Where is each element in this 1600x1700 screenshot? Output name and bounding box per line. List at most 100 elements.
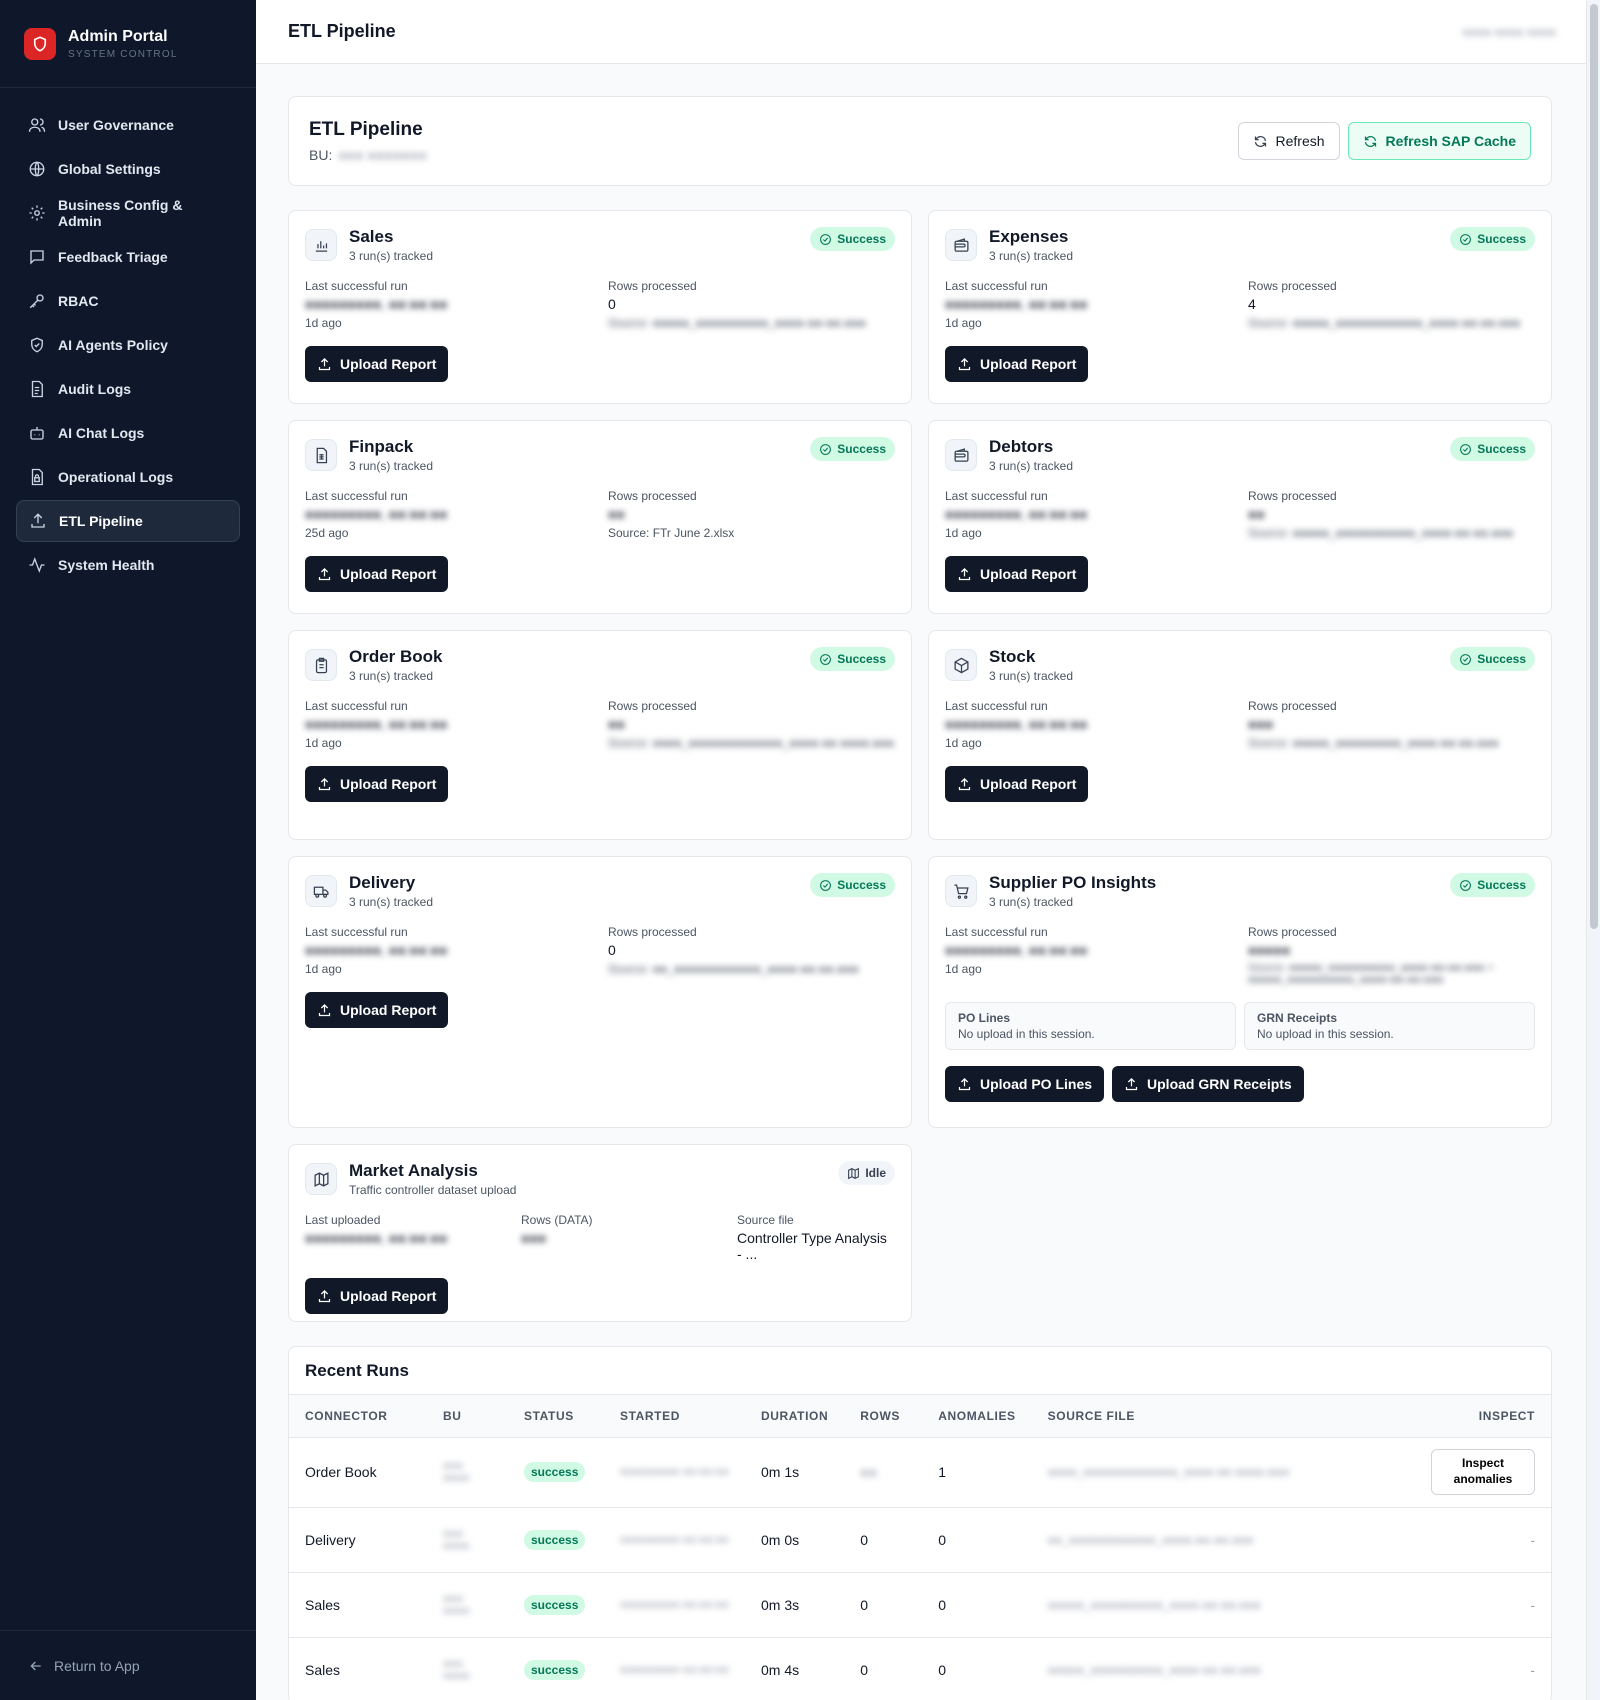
sidebar-item-global-settings[interactable]: Global Settings bbox=[16, 148, 240, 190]
etl-header-card: ETL Pipeline BU: ●●● ●●●●●●● Refresh Ref… bbox=[288, 96, 1552, 186]
upload-report-button[interactable]: Upload Report bbox=[305, 766, 449, 802]
sidebar-item-system-health[interactable]: System Health bbox=[16, 544, 240, 586]
cell-anomalies: 0 bbox=[922, 1507, 1032, 1573]
last-run-ago: 1d ago bbox=[305, 316, 342, 330]
upload-icon bbox=[31, 513, 45, 528]
upload-report-button[interactable]: Upload Report bbox=[305, 992, 449, 1028]
table-row: Order Book ●●● ●●●● success ●●●●●●●●● ●●… bbox=[289, 1437, 1551, 1508]
upload-po-label: Upload PO Lines bbox=[980, 1076, 1093, 1092]
card-title: Sales bbox=[349, 227, 394, 246]
card-subtitle: 3 run(s) tracked bbox=[349, 459, 434, 473]
card-subtitle: 3 run(s) tracked bbox=[989, 669, 1074, 683]
sidebar-item-rbac[interactable]: RBAC bbox=[16, 280, 240, 322]
last-run-ago: 1d ago bbox=[305, 962, 342, 976]
status-badge: Success bbox=[1450, 227, 1535, 251]
upload-report-button[interactable]: Upload Report bbox=[305, 1278, 449, 1314]
card-subtitle: 3 run(s) tracked bbox=[989, 895, 1074, 909]
content: ETL Pipeline BU: ●●● ●●●●●●● Refresh Ref… bbox=[256, 64, 1600, 1700]
connector-grid: Sales 3 run(s) tracked Success Last succe… bbox=[288, 210, 1552, 1322]
refresh-button[interactable]: Refresh bbox=[1237, 122, 1340, 160]
sidebar-item-label: Operational Logs bbox=[58, 469, 174, 485]
sidebar-item-label: AI Chat Logs bbox=[58, 425, 145, 441]
last-uploaded-label: Last uploaded bbox=[305, 1213, 381, 1227]
key-icon bbox=[29, 294, 44, 309]
source-file: Source: ●●●●●_●●●●●●●●●_●●●●-●●-●●.●●● bbox=[1248, 736, 1499, 750]
return-to-app-label: Return to App bbox=[54, 1657, 140, 1674]
connector-card-sales: Sales 3 run(s) tracked Success Last succe… bbox=[288, 210, 912, 404]
source-file: Source: ●●_●●●●●●●●●●●●_●●●●-●●-●●.●●● bbox=[608, 962, 859, 976]
scrollbar-thumb[interactable] bbox=[1590, 4, 1598, 929]
source-file: Source: ●●●●●_●●●●●●●●●●_●●●●-●●-●●.●●● … bbox=[1248, 962, 1494, 986]
card-title: Finpack bbox=[349, 437, 414, 456]
cell-bu: ●●● ●●●● bbox=[427, 1572, 508, 1638]
cell-source-file: ●●●●_●●●●●●●●●●●●●_●●●●-●● ●●●●.●●● bbox=[1031, 1437, 1415, 1508]
col-rows: ROWS bbox=[844, 1395, 923, 1438]
sidebar-item-label: User Governance bbox=[58, 117, 174, 133]
card-title: Market Analysis bbox=[349, 1161, 478, 1180]
scrollbar[interactable] bbox=[1586, 0, 1600, 1700]
sidebar-item-feedback-triage[interactable]: Feedback Triage bbox=[16, 236, 240, 278]
upload-icon bbox=[958, 567, 971, 580]
section-title: ETL Pipeline bbox=[309, 119, 423, 140]
last-run-value: ●●●●●●●●●, ●●:●●:●● bbox=[945, 296, 1088, 312]
upload-grn-receipts-button[interactable]: Upload GRN Receipts bbox=[1112, 1066, 1304, 1102]
sidebar-item-etl-pipeline[interactable]: ETL Pipeline bbox=[16, 500, 240, 542]
sidebar-item-label: AI Agents Policy bbox=[58, 337, 168, 353]
upload-po-lines-button[interactable]: Upload PO Lines bbox=[945, 1066, 1105, 1102]
last-run-ago: 1d ago bbox=[945, 526, 982, 540]
cell-started: ●●●●●●●●● ●●:●●:●● bbox=[604, 1637, 745, 1700]
status-pill: success bbox=[524, 1462, 586, 1482]
refresh-sap-cache-button[interactable]: Refresh SAP Cache bbox=[1347, 122, 1531, 160]
cell-bu: ●●● ●●●● bbox=[427, 1507, 508, 1573]
rows-value: 0 bbox=[608, 296, 616, 312]
sidebar-item-ai-agents-policy[interactable]: AI Agents Policy bbox=[16, 324, 240, 366]
inspect-anomalies-button[interactable]: Inspect anomalies bbox=[1431, 1449, 1535, 1495]
status-badge: Success bbox=[810, 437, 895, 461]
topbar-user-info: ●●●● ●●●● ●●●● bbox=[1462, 24, 1556, 39]
rows-label: Rows processed bbox=[608, 279, 697, 293]
status-label: Success bbox=[1477, 232, 1526, 246]
wallet-icon bbox=[945, 439, 977, 471]
brand: Admin Portal SYSTEM CONTROL bbox=[0, 0, 256, 88]
source-file: Source: ●●●●●_●●●●●●●●●●●●_●●●●-●●-●●.●●… bbox=[1248, 316, 1521, 330]
last-run-ago: 1d ago bbox=[945, 316, 982, 330]
sidebar-item-ai-chat-logs[interactable]: AI Chat Logs bbox=[16, 412, 240, 454]
cell-started: ●●●●●●●●● ●●:●●:●● bbox=[604, 1437, 745, 1508]
upload-report-button[interactable]: Upload Report bbox=[305, 556, 449, 592]
po-lines-title: PO Lines bbox=[958, 1011, 1011, 1025]
file-text-icon bbox=[31, 380, 43, 398]
file-spreadsheet-icon bbox=[305, 439, 337, 471]
upload-report-button[interactable]: Upload Report bbox=[305, 346, 449, 382]
source-file: Source: ●●●●_●●●●●●●●●●●●●_●●●●-●● ●●●●.… bbox=[608, 736, 895, 750]
bu-line: BU: ●●● ●●●●●●● bbox=[309, 147, 427, 163]
connector-card-delivery: Delivery 3 run(s) tracked Success Last su… bbox=[288, 856, 912, 1128]
connector-card-debtors: Debtors 3 run(s) tracked Success Last suc… bbox=[928, 420, 1552, 614]
status-badge-idle: Idle bbox=[838, 1161, 895, 1185]
last-run-value: ●●●●●●●●●, ●●:●●:●● bbox=[305, 716, 448, 732]
sidebar-item-operational-logs[interactable]: Operational Logs bbox=[16, 456, 240, 498]
upload-report-button[interactable]: Upload Report bbox=[945, 346, 1089, 382]
upload-report-button[interactable]: Upload Report bbox=[945, 766, 1089, 802]
status-label: Success bbox=[1477, 442, 1526, 456]
last-run-ago: 25d ago bbox=[305, 526, 349, 540]
sidebar: Admin Portal SYSTEM CONTROL User Governa… bbox=[0, 0, 256, 1700]
return-to-app-link[interactable]: Return to App bbox=[0, 1630, 256, 1700]
recent-runs-title: Recent Runs bbox=[289, 1347, 1551, 1395]
upload-report-button[interactable]: Upload Report bbox=[945, 556, 1089, 592]
status-badge: Success bbox=[1450, 647, 1535, 671]
last-run-label: Last successful run bbox=[305, 925, 408, 939]
cell-duration: 0m 1s bbox=[745, 1437, 845, 1508]
source-file-value: Controller Type Analysis - ... bbox=[737, 1230, 887, 1262]
check-circle-icon bbox=[1460, 443, 1472, 455]
cell-connector: Sales bbox=[289, 1572, 427, 1638]
rows-label: Rows processed bbox=[1248, 925, 1337, 939]
cell-source-file: ●●_●●●●●●●●●●●●_●●●●-●●-●●.●●● bbox=[1031, 1507, 1415, 1573]
clipboard-icon bbox=[305, 649, 337, 681]
card-title: Stock bbox=[989, 647, 1036, 666]
last-run-label: Last successful run bbox=[945, 925, 1048, 939]
sidebar-item-audit-logs[interactable]: Audit Logs bbox=[16, 368, 240, 410]
cell-inspect: - bbox=[1415, 1572, 1551, 1638]
sidebar-item-business-config[interactable]: Business Config & Admin bbox=[16, 192, 240, 234]
sidebar-item-user-governance[interactable]: User Governance bbox=[16, 104, 240, 146]
upload-label: Upload Report bbox=[340, 356, 437, 372]
